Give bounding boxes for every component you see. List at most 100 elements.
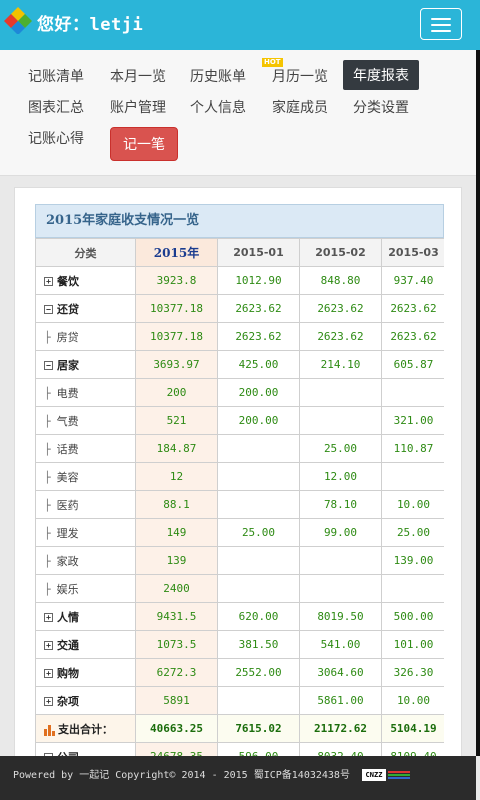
report-card: 2015年家庭收支情况一览 分类 2015年 2015-01 2015-02 2… <box>14 187 462 789</box>
category-row[interactable]: + 杂项 5891 5861.00 10.00 <box>35 686 444 715</box>
subcategory-row: ├ 理发 149 25.00 99.00 25.00 <box>35 518 444 547</box>
collapse-icon[interactable]: − <box>44 361 53 370</box>
greeting-text: 您好：letji <box>37 15 144 35</box>
month-value-cell: 321.00 <box>381 406 444 435</box>
tree-branch-icon: ├ <box>44 330 51 344</box>
category-label: 支出合计： <box>58 722 113 736</box>
nav-item-categories[interactable]: 分类设置 <box>353 97 409 117</box>
column-header-month: 2015-01 <box>217 238 300 267</box>
expand-icon[interactable]: + <box>44 277 53 286</box>
subcategory-row: ├ 气费 521 200.00 321.00 <box>35 406 444 435</box>
category-cell: − 还贷 <box>35 294 136 323</box>
month-value-cell: 937.40 <box>381 266 444 295</box>
month-value-cell: 2623.62 <box>299 294 382 323</box>
category-row[interactable]: + 交通 1073.5 381.50 541.00 101.00 <box>35 630 444 659</box>
month-value-cell: 5861.00 <box>299 686 382 715</box>
record-entry-button[interactable]: 记一笔 <box>110 127 178 161</box>
top-bar: 您好：letji <box>0 0 480 50</box>
month-value-cell: 2623.62 <box>217 322 300 351</box>
hot-badge: HOT <box>262 58 283 67</box>
year-total-cell: 6272.3 <box>135 658 218 687</box>
year-total-cell: 10377.18 <box>135 294 218 323</box>
nav-item-charts[interactable]: 图表汇总 <box>28 97 84 117</box>
nav-item-monthly[interactable]: 本月一览 <box>110 66 166 86</box>
nav-item-calendar[interactable]: 月历一览 <box>272 66 328 86</box>
month-value-cell: 2552.00 <box>217 658 300 687</box>
category-cell: + 人情 <box>35 602 136 631</box>
subcategory-row: ├ 话费 184.87 25.00 110.87 <box>35 434 444 463</box>
month-value-cell: 8019.50 <box>299 602 382 631</box>
month-value-cell <box>217 462 300 491</box>
category-label: 居家 <box>57 358 79 372</box>
expand-icon[interactable]: + <box>44 669 53 678</box>
expand-icon[interactable]: + <box>44 641 53 650</box>
category-row[interactable]: + 餐饮 3923.8 1012.90 848.80 937.40 <box>35 266 444 295</box>
month-value-cell <box>299 574 382 603</box>
column-header-year: 2015年 <box>135 238 218 267</box>
collapse-icon[interactable]: − <box>44 305 53 314</box>
category-cell: − 居家 <box>35 350 136 379</box>
year-total-cell: 1073.5 <box>135 630 218 659</box>
menu-toggle-button[interactable] <box>420 8 462 40</box>
month-value-cell: 110.87 <box>381 434 444 463</box>
report-table-container[interactable]: 2015年家庭收支情况一览 分类 2015年 2015-01 2015-02 2… <box>35 204 444 788</box>
category-label: 杂项 <box>57 694 79 708</box>
month-value-cell <box>381 462 444 491</box>
year-total-cell: 2400 <box>135 574 218 603</box>
month-value-cell: 78.10 <box>299 490 382 519</box>
category-label: 气费 <box>56 414 79 428</box>
table-body: + 餐饮 3923.8 1012.90 848.80 937.40− 还贷 10377.18 2… <box>35 266 444 771</box>
nav-item-history[interactable]: 历史账单 <box>190 66 246 86</box>
category-row[interactable]: − 居家 3693.97 425.00 214.10 605.87 <box>35 350 444 379</box>
total-row: 支出合计： 40663.25 7615.02 21172.62 5104.19 <box>35 714 444 743</box>
year-total-cell: 200 <box>135 378 218 407</box>
expand-icon[interactable]: + <box>44 697 53 706</box>
month-value-cell: 425.00 <box>217 350 300 379</box>
month-value-cell: 21172.62 <box>299 714 382 743</box>
month-value-cell: 7615.02 <box>217 714 300 743</box>
month-value-cell: 848.80 <box>299 266 382 295</box>
month-value-cell: 10.00 <box>381 686 444 715</box>
nav-item-records[interactable]: 记账清单 <box>28 66 84 86</box>
nav-item-notes[interactable]: 记账心得 <box>28 128 84 148</box>
year-total-cell: 3923.8 <box>135 266 218 295</box>
year-total-cell: 88.1 <box>135 490 218 519</box>
month-value-cell <box>381 378 444 407</box>
month-value-cell: 620.00 <box>217 602 300 631</box>
year-total-cell: 10377.18 <box>135 322 218 351</box>
category-row[interactable]: + 购物 6272.3 2552.00 3064.60 326.30 <box>35 658 444 687</box>
nav-item-family[interactable]: 家庭成员 <box>272 97 328 117</box>
category-label: 电费 <box>56 386 79 400</box>
cnzz-stats-badge[interactable]: CNZZ <box>361 769 412 781</box>
category-row[interactable]: + 人情 9431.5 620.00 8019.50 500.00 <box>35 602 444 631</box>
tree-branch-icon: ├ <box>44 414 51 428</box>
month-value-cell <box>217 574 300 603</box>
footer: Powered by 一起记 Copyright© 2014 - 2015 蜀I… <box>0 756 476 800</box>
category-cell: ├ 话费 <box>35 434 136 463</box>
month-value-cell: 2623.62 <box>299 322 382 351</box>
category-cell: + 交通 <box>35 630 136 659</box>
footer-copyright: Powered by 一起记 Copyright© 2014 - 2015 蜀I… <box>13 770 350 781</box>
category-row[interactable]: − 还贷 10377.18 2623.62 2623.62 2623.62 <box>35 294 444 323</box>
column-header-category: 分类 <box>35 238 136 267</box>
nav-item-profile[interactable]: 个人信息 <box>190 97 246 117</box>
month-value-cell: 139.00 <box>381 546 444 575</box>
nav-item-accounts[interactable]: 账户管理 <box>110 97 166 117</box>
year-total-cell: 12 <box>135 462 218 491</box>
year-total-cell: 3693.97 <box>135 350 218 379</box>
report-title: 2015年家庭收支情况一览 <box>35 204 444 238</box>
hamburger-icon <box>431 18 451 20</box>
month-value-cell: 2623.62 <box>217 294 300 323</box>
column-header-month: 2015-03 <box>381 238 444 267</box>
category-cell: ├ 娱乐 <box>35 574 136 603</box>
annual-report-table: 分类 2015年 2015-01 2015-02 2015-03 + 餐饮 3923… <box>35 238 444 771</box>
scrollbar-edge <box>476 50 480 756</box>
year-total-cell: 9431.5 <box>135 602 218 631</box>
expand-icon[interactable]: + <box>44 613 53 622</box>
month-value-cell <box>299 378 382 407</box>
nav-item-annual[interactable]: 年度报表 <box>343 60 419 90</box>
month-value-cell: 200.00 <box>217 378 300 407</box>
tree-branch-icon: ├ <box>44 554 51 568</box>
month-value-cell: 25.00 <box>299 434 382 463</box>
category-label: 理发 <box>56 526 79 540</box>
